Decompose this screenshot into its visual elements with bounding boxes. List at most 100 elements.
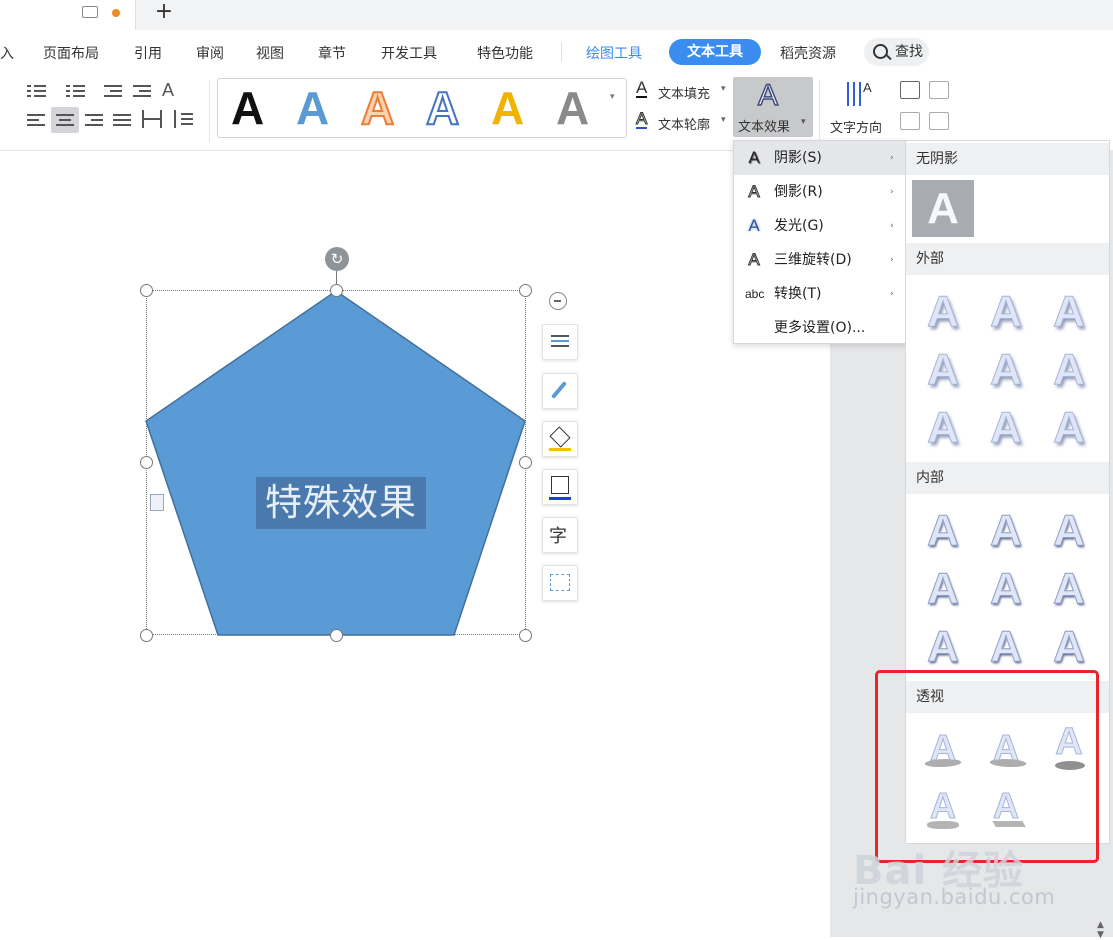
- wordart-style-blue[interactable]: A: [296, 85, 329, 131]
- menu-item-3d-rotation[interactable]: A 三维旋转(D) ›: [734, 243, 906, 277]
- shadow-icon: A: [748, 148, 760, 167]
- shadow-option-inner[interactable]: A: [1039, 618, 1099, 676]
- wordart-style-blue-outline[interactable]: A: [425, 84, 460, 132]
- resize-handle-se[interactable]: [519, 629, 532, 642]
- shadow-option-outer[interactable]: A: [976, 341, 1036, 399]
- align-right-icon[interactable]: [85, 112, 105, 128]
- line-spacing-icon[interactable]: [171, 110, 199, 128]
- tab-references[interactable]: 引用: [134, 43, 162, 63]
- text-box-button[interactable]: [542, 565, 578, 601]
- tab-view[interactable]: 视图: [256, 43, 284, 63]
- tab-insert[interactable]: 入: [0, 43, 14, 63]
- text-effect-button[interactable]: A 文本效果 ▾: [733, 77, 813, 137]
- wordart-style-gray-gradient[interactable]: A: [556, 85, 589, 131]
- monitor-icon: [82, 6, 98, 18]
- shadow-option-outer[interactable]: A: [913, 399, 973, 457]
- increase-indent-icon[interactable]: [133, 83, 153, 99]
- shape-text[interactable]: 特殊效果: [256, 477, 426, 529]
- text-box-icon[interactable]: [929, 112, 949, 130]
- rotate-handle-icon[interactable]: ↻: [325, 247, 349, 271]
- resize-handle-ne[interactable]: [519, 284, 532, 297]
- tab-developer[interactable]: 开发工具: [381, 43, 437, 63]
- gallery-more-icon[interactable]: ▾: [610, 92, 615, 102]
- transform-icon: abc: [745, 287, 765, 301]
- shadow-option-inner[interactable]: A: [1039, 560, 1099, 618]
- text-box-icon[interactable]: [900, 81, 920, 99]
- collapse-toolbar-icon[interactable]: [549, 292, 567, 310]
- shadow-option-inner[interactable]: A: [1039, 502, 1099, 560]
- shadow-option-outer[interactable]: A: [1039, 399, 1099, 457]
- shadow-option-inner[interactable]: A: [976, 560, 1036, 618]
- menu-item-shadow[interactable]: A 阴影(S) ›: [734, 141, 906, 175]
- shadow-option-inner[interactable]: A: [976, 618, 1036, 676]
- tab-review[interactable]: 审阅: [196, 43, 224, 63]
- shape-style-button[interactable]: [542, 373, 578, 409]
- resize-handle-s[interactable]: [330, 629, 343, 642]
- shadow-option-inner[interactable]: A: [913, 560, 973, 618]
- outline-button[interactable]: [542, 469, 578, 505]
- decrease-indent-icon[interactable]: [104, 83, 124, 99]
- numbered-list-icon[interactable]: [66, 83, 94, 99]
- shadow-option-none[interactable]: A: [912, 180, 974, 237]
- section-outer: 外部: [906, 243, 1109, 275]
- pentagon-shape[interactable]: [140, 280, 540, 650]
- fill-button[interactable]: [542, 421, 578, 457]
- tab-drawing-tools[interactable]: 绘图工具: [586, 43, 642, 63]
- wordart-style-gallery[interactable]: A A A A A A: [217, 78, 627, 138]
- shadow-option-outer[interactable]: A: [913, 283, 973, 341]
- layout-options-button[interactable]: [542, 324, 578, 360]
- shadow-option-outer[interactable]: A: [976, 399, 1036, 457]
- distribute-icon[interactable]: [142, 110, 162, 128]
- search-button[interactable]: 查找: [864, 38, 929, 66]
- text-box-icon[interactable]: [900, 112, 920, 130]
- new-tab-button[interactable]: +: [152, 0, 176, 26]
- tab-special-features[interactable]: 特色功能: [477, 43, 533, 63]
- ribbon-divider: [209, 80, 210, 142]
- resize-handle-n[interactable]: [330, 284, 343, 297]
- tab-page-layout[interactable]: 页面布局: [43, 43, 99, 63]
- align-left-icon[interactable]: [27, 112, 47, 128]
- shadow-option-inner[interactable]: A: [976, 502, 1036, 560]
- resize-handle-e[interactable]: [519, 456, 532, 469]
- text-outline-label[interactable]: 文本轮廓: [658, 114, 710, 133]
- pentagon-fill: [145, 290, 526, 636]
- text-outline-dropdown-icon[interactable]: ▾: [721, 115, 726, 125]
- shadow-option-outer[interactable]: A: [913, 341, 973, 399]
- text-fill-dropdown-icon[interactable]: ▾: [721, 84, 726, 94]
- text-effect-icon: A: [757, 78, 779, 113]
- resize-handle-sw[interactable]: [140, 629, 153, 642]
- watermark-url: jingyan.baidu.com: [853, 885, 1056, 909]
- text-fill-label[interactable]: 文本填充: [658, 83, 710, 102]
- menu-item-transform[interactable]: abc 转换(T) ›: [734, 277, 906, 311]
- menu-item-glow[interactable]: A 发光(G) ›: [734, 209, 906, 243]
- justify-icon[interactable]: [113, 112, 133, 128]
- align-center-button[interactable]: [51, 107, 79, 133]
- resize-handle-w[interactable]: [140, 456, 153, 469]
- text-direction-label[interactable]: 文字方向: [830, 117, 882, 136]
- resize-handle-nw[interactable]: [140, 284, 153, 297]
- text-effect-menu: A 阴影(S) › A 倒影(R) › A 发光(G) › A 三维旋转(D) …: [733, 140, 907, 344]
- menu-item-more-settings[interactable]: 更多设置(O)...: [734, 311, 906, 345]
- shadow-option-inner[interactable]: A: [913, 502, 973, 560]
- text-wrap-button[interactable]: 字: [542, 517, 578, 553]
- text-sort-icon[interactable]: A: [162, 80, 192, 100]
- scroll-down-icon[interactable]: ▲ ▼: [1097, 920, 1104, 940]
- tab-chapter[interactable]: 章节: [318, 43, 346, 63]
- highlight-box: [875, 670, 1099, 863]
- chevron-right-icon: ›: [890, 289, 894, 299]
- anchor-icon: [150, 494, 164, 511]
- shadow-option-outer[interactable]: A: [1039, 341, 1099, 399]
- shadow-option-outer[interactable]: A: [1039, 283, 1099, 341]
- wordart-style-gold[interactable]: A: [491, 85, 524, 131]
- menu-divider: [561, 42, 562, 62]
- menu-item-reflection[interactable]: A 倒影(R) ›: [734, 175, 906, 209]
- wordart-style-black[interactable]: A: [231, 85, 264, 131]
- shadow-option-outer[interactable]: A: [976, 283, 1036, 341]
- glow-icon: A: [748, 216, 760, 235]
- tab-docer-resources[interactable]: 稻壳资源: [780, 43, 836, 63]
- shadow-option-inner[interactable]: A: [913, 618, 973, 676]
- text-box-icon[interactable]: [929, 81, 949, 99]
- wordart-style-orange-outline[interactable]: A: [360, 84, 395, 132]
- bullet-list-icon[interactable]: [27, 83, 55, 99]
- tab-text-tools[interactable]: 文本工具: [669, 39, 761, 65]
